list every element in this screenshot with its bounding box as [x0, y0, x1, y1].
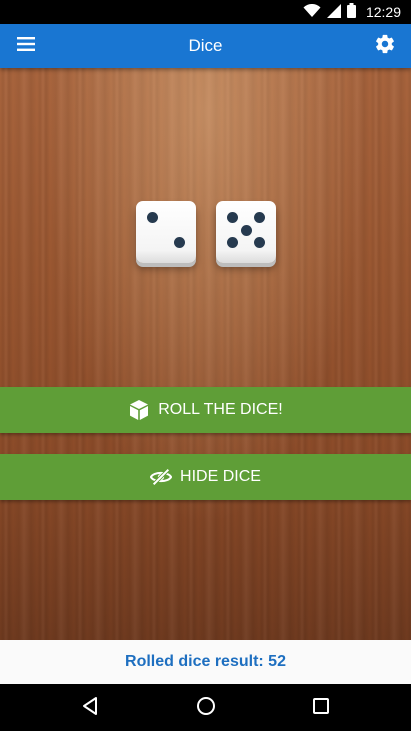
die-pip — [227, 211, 239, 223]
back-button[interactable] — [74, 692, 106, 724]
dice-table — [0, 68, 411, 640]
home-button[interactable] — [190, 692, 222, 724]
die-pip — [147, 211, 159, 223]
die-pip — [227, 237, 239, 249]
roll-dice-button[interactable]: ROLL THE DICE! — [0, 387, 411, 433]
die-pip — [253, 237, 265, 249]
signal-icon — [326, 3, 341, 21]
settings-button[interactable] — [369, 30, 401, 62]
dice-area — [0, 200, 411, 270]
cube-icon — [128, 399, 150, 421]
menu-button[interactable] — [10, 30, 42, 62]
hide-dice-button[interactable]: HIDE DICE — [0, 454, 411, 500]
status-bar: 12:29 — [0, 0, 411, 24]
app-title: Dice — [188, 36, 223, 55]
recents-icon — [312, 697, 330, 720]
home-icon — [196, 696, 216, 721]
result-text: Rolled dice result: 52 — [125, 653, 286, 670]
die-1[interactable] — [136, 201, 196, 263]
result-bar: Rolled dice result: 52 — [0, 640, 411, 684]
die-pip — [253, 211, 265, 223]
hide-dice-label: HIDE DICE — [180, 468, 261, 485]
navigation-bar — [0, 684, 411, 731]
wifi-icon — [303, 3, 321, 21]
die-pip — [240, 224, 252, 236]
gear-icon — [374, 33, 396, 60]
eye-slash-icon — [150, 466, 173, 488]
die-pip — [173, 237, 185, 249]
roll-dice-label: ROLL THE DICE! — [158, 401, 283, 418]
recents-button[interactable] — [305, 692, 337, 724]
app-bar: Dice — [0, 24, 411, 68]
die-2[interactable] — [216, 201, 276, 263]
battery-icon — [346, 3, 356, 21]
menu-icon — [17, 36, 35, 56]
status-time: 12:29 — [365, 4, 401, 20]
status-icons: 12:29 — [303, 0, 401, 24]
screen: 12:29 Dice ROLL THE DICE! HIDE DICE Roll… — [0, 0, 411, 731]
back-icon — [81, 696, 99, 721]
